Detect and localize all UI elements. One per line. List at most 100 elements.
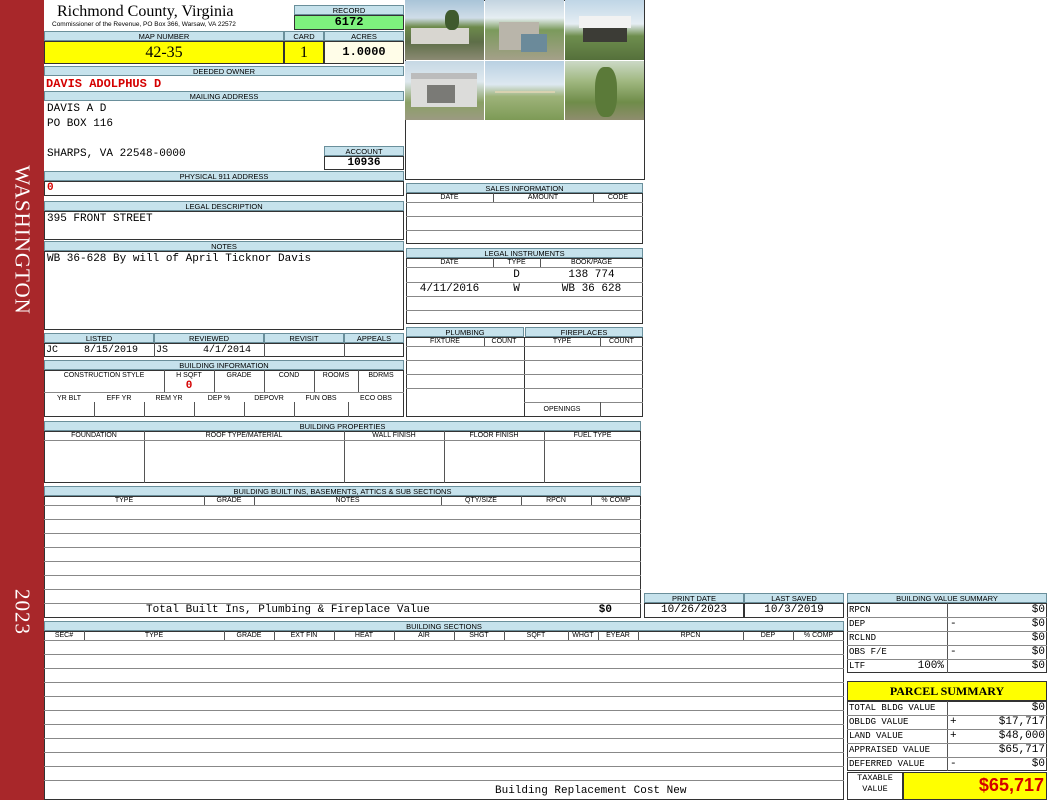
- bp-col-roof: ROOF TYPE/MATERIAL: [205, 432, 283, 439]
- table-rule: [406, 374, 643, 375]
- mailing-line-2: PO BOX 116: [47, 118, 114, 130]
- col-grade: GRADE: [226, 372, 252, 379]
- table-rule: [194, 402, 195, 417]
- ps-appraised-value: $65,717: [998, 744, 1045, 756]
- reviewed-date: 4/1/2014: [203, 345, 252, 356]
- col-construction-style: CONSTRUCTION STYLE: [63, 372, 145, 379]
- ps-total-bldg-value: $0: [1031, 702, 1045, 714]
- sales-col-amount: AMOUNT: [527, 194, 559, 201]
- table-rule: [334, 631, 335, 640]
- photo-4[interactable]: [405, 61, 484, 120]
- col-rooms: ROOMS: [322, 372, 350, 379]
- map-number: 42-35: [44, 41, 284, 64]
- table-rule: [406, 346, 643, 347]
- bs-col-type: TYPE: [144, 632, 164, 639]
- table-rule: [44, 780, 844, 781]
- reviewed-by: JS: [156, 345, 169, 356]
- table-rule: [44, 668, 844, 669]
- plumbing-col-fixture: FIXTURE: [430, 338, 460, 345]
- table-rule: [348, 402, 349, 417]
- table-rule: [154, 343, 155, 357]
- ps-deferred-value: $0: [1031, 758, 1045, 770]
- ps-land-label: LAND VALUE: [849, 731, 904, 741]
- table-rule: [244, 402, 245, 417]
- deeded-owner-header: DEEDED OWNER: [44, 66, 404, 76]
- card-header: CARD: [284, 31, 324, 41]
- photo-2[interactable]: [485, 0, 564, 60]
- taxable-label-2: VALUE: [862, 784, 888, 794]
- table-rule: [544, 431, 545, 483]
- li-row1-type: D: [513, 269, 520, 281]
- table-rule: [254, 496, 255, 505]
- reviewed-header: REVIEWED: [154, 333, 264, 343]
- li-row2-date: 4/11/2016: [419, 283, 480, 295]
- sales-header: SALES INFORMATION: [406, 183, 643, 193]
- physical-address: 0: [47, 182, 54, 194]
- table-rule: [44, 752, 844, 753]
- photo-6[interactable]: [565, 61, 644, 120]
- taxable-label-1: TAXABLE: [857, 773, 893, 783]
- table-rule: [224, 631, 225, 640]
- account-header: ACCOUNT: [324, 146, 404, 156]
- legal-instruments-header: LEGAL INSTRUMENTS: [406, 248, 643, 258]
- mailing-line-3: SHARPS, VA 22548-0000: [47, 148, 186, 160]
- bvs-rpcn-value: $0: [1031, 604, 1045, 616]
- bs-col-sqft: SQFT: [526, 632, 546, 639]
- table-rule: [44, 724, 844, 725]
- table-rule: [598, 631, 599, 640]
- mailing-address-header: MAILING ADDRESS: [44, 91, 404, 101]
- table-rule: [358, 370, 359, 392]
- col-eff-yr: EFF YR: [106, 395, 132, 402]
- bs-col-extfin: EXT FIN: [290, 632, 318, 639]
- table-rule: [743, 631, 744, 640]
- col-rem-yr: REM YR: [155, 395, 183, 402]
- table-rule: [144, 431, 145, 483]
- plumbing-header: PLUMBING: [406, 327, 524, 337]
- builtins-table: [44, 496, 641, 618]
- bi-col-rpcn: RPCN: [546, 497, 566, 504]
- table-rule: [44, 696, 844, 697]
- bvs-ltf-label: LTF: [849, 661, 866, 671]
- acres-value: 1.0000: [324, 41, 404, 64]
- district-label: WASHINGTON: [10, 165, 35, 315]
- physical-address-header: PHYSICAL 911 ADDRESS: [44, 171, 404, 181]
- table-rule: [593, 193, 594, 202]
- bvs-ltf-pct: 100%: [917, 660, 944, 672]
- legal-description-header: LEGAL DESCRIPTION: [44, 201, 404, 211]
- mailing-line-1: DAVIS A D: [47, 103, 107, 115]
- bvs-dep-label: DEP: [849, 619, 866, 629]
- table-rule: [84, 631, 85, 640]
- col-dep-pct: DEP %: [207, 395, 231, 402]
- table-rule: [406, 360, 643, 361]
- table-rule: [484, 337, 485, 346]
- bvs-header: BUILDING VALUE SUMMARY: [847, 593, 1047, 603]
- table-rule: [493, 193, 494, 202]
- table-rule: [44, 392, 404, 393]
- li-row2-type: W: [513, 283, 520, 295]
- table-rule: [524, 402, 643, 403]
- table-rule: [406, 296, 643, 297]
- ps-total-bldg-label: TOTAL BLDG VALUE: [849, 703, 936, 713]
- listed-by: JC: [46, 345, 59, 356]
- deeded-owner: DAVIS ADOLPHUS D: [46, 77, 162, 91]
- table-rule: [600, 337, 601, 346]
- table-rule: [591, 496, 592, 505]
- table-rule: [44, 640, 844, 641]
- record-header: RECORD: [294, 5, 404, 15]
- photo-3[interactable]: [565, 0, 644, 60]
- ps-deferred-label: DEFERRED VALUE: [849, 759, 925, 769]
- table-rule: [44, 440, 641, 441]
- bvs-obs-label: OBS F/E: [849, 647, 887, 657]
- fireplaces-col-type: TYPE: [552, 338, 572, 345]
- photo-5[interactable]: [485, 61, 564, 120]
- table-rule: [44, 547, 641, 548]
- building-info-header: BUILDING INFORMATION: [44, 360, 404, 370]
- photo-1[interactable]: [405, 0, 484, 60]
- last-saved-header: LAST SAVED: [744, 593, 844, 603]
- table-rule: [406, 310, 643, 311]
- table-rule: [406, 216, 643, 217]
- bp-col-foundation: FOUNDATION: [71, 432, 117, 439]
- appeals-header: APPEALS: [344, 333, 404, 343]
- bi-col-qty: QTY/SIZE: [465, 497, 497, 504]
- table-rule: [94, 402, 95, 417]
